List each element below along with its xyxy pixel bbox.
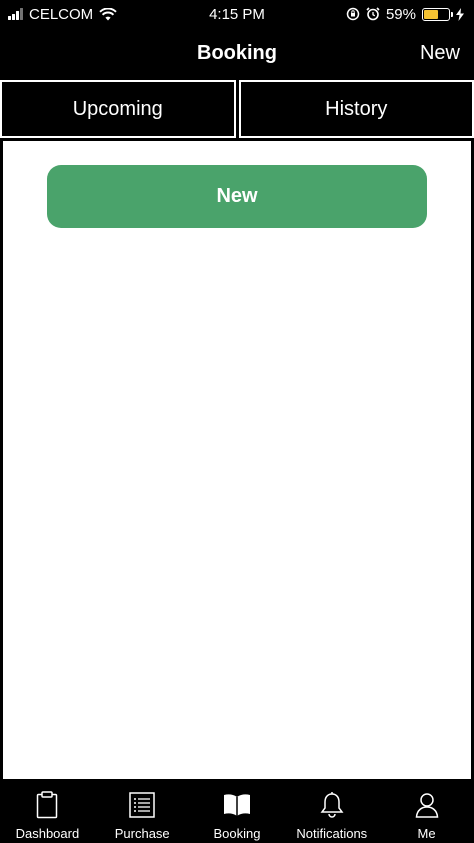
- tabbar-label-dashboard: Dashboard: [15, 826, 80, 841]
- clipboard-icon: [37, 791, 58, 819]
- bell-icon: [320, 792, 344, 818]
- page-title: Booking: [197, 42, 277, 64]
- content-area: New: [3, 141, 471, 779]
- tabbar-item-purchase[interactable]: Purchase: [95, 781, 190, 843]
- tab-history[interactable]: History: [238, 80, 474, 138]
- new-booking-button[interactable]: New: [47, 165, 427, 228]
- signal-icon: [8, 8, 23, 20]
- rotation-lock-icon: [346, 7, 360, 21]
- tab-upcoming[interactable]: Upcoming: [0, 80, 236, 138]
- battery-fill: [424, 9, 439, 19]
- tabbar-label-notifications: Notifications: [296, 826, 368, 841]
- status-left: CELCOM: [8, 6, 117, 23]
- battery-icon: [422, 7, 453, 21]
- alarm-icon: [366, 7, 380, 21]
- person-icon: [415, 793, 438, 818]
- book-icon: [223, 794, 250, 816]
- tabbar-item-notifications[interactable]: Notifications: [284, 781, 379, 843]
- wifi-icon: [99, 7, 117, 20]
- battery-percent: 59%: [385, 5, 416, 23]
- tab-bar: Dashboard Purchase Booking Notifications…: [0, 781, 474, 843]
- nav-new-button[interactable]: New: [420, 28, 460, 78]
- charging-bolt-icon: [456, 7, 464, 21]
- carrier-name: CELCOM: [29, 5, 94, 23]
- segment-tabs: Upcoming History: [0, 80, 474, 138]
- tabbar-label-booking: Booking: [213, 826, 261, 841]
- tabbar-item-me[interactable]: Me: [379, 781, 474, 843]
- tabbar-item-dashboard[interactable]: Dashboard: [0, 781, 95, 843]
- tabbar-item-booking[interactable]: Booking: [190, 781, 285, 843]
- nav-bar: Booking New: [0, 28, 474, 78]
- status-right: 59%: [346, 6, 464, 23]
- tabbar-label-me: Me: [417, 826, 436, 841]
- status-bar: CELCOM 4:15 PM 59%: [0, 0, 474, 28]
- list-icon: [129, 792, 155, 818]
- tabbar-label-purchase: Purchase: [114, 826, 170, 841]
